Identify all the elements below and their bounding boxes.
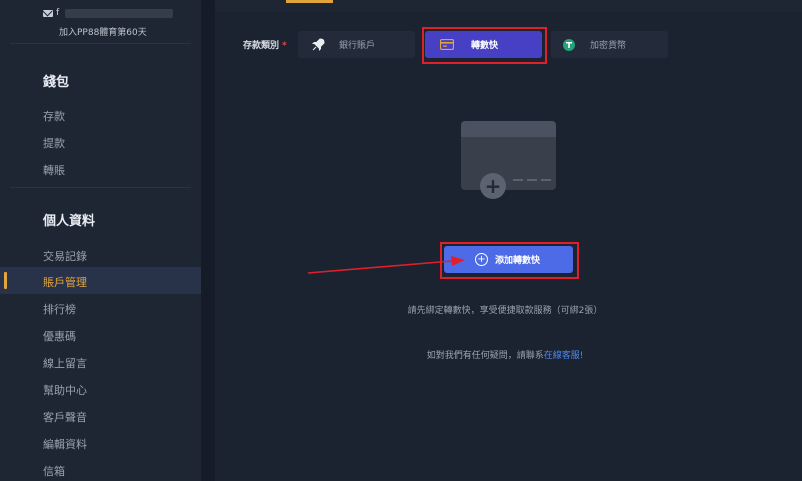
sidebar-item-withdraw[interactable]: 提款 [43,135,65,151]
card-dash [513,179,523,181]
option-crypto[interactable]: 加密貨幣 [551,31,668,58]
tether-icon [563,38,575,51]
deposit-category-label: 存款類別 * [243,38,287,51]
empty-card-illustration-top [461,121,556,137]
sidebar: f 加入PP88體育第60天 錢包 存款 提款 轉賬 個人資料 交易記錄 賬戶管… [0,0,201,481]
divider [10,43,191,44]
user-row: f [43,6,174,20]
main-panel [215,0,802,481]
card-plus-icon: + [480,173,506,199]
option-bank-label: 銀行賬戶 [339,41,376,51]
gutter [201,0,215,481]
option-bank-account[interactable]: 銀行賬戶 [298,31,415,58]
sidebar-item-transfer[interactable]: 轉賬 [43,162,65,178]
mail-icon[interactable] [43,9,53,17]
sidebar-item-leaderboard[interactable]: 排行榜 [43,301,76,317]
sidebar-item-deposit[interactable]: 存款 [43,108,65,124]
rocket-icon [312,37,325,51]
username-initial: f [56,8,60,18]
deposit-category-text: 存款類別 [243,41,280,51]
divider [10,187,191,188]
sidebar-active-bg [0,267,201,294]
username-redacted [65,8,174,18]
wallet-heading: 錢包 [43,75,70,90]
sidebar-item-mailbox[interactable]: 信箱 [43,463,65,479]
highlight-box-add-button [440,242,579,279]
option-crypto-label: 加密貨幣 [590,41,627,51]
required-mark: * [282,41,287,51]
sidebar-active-indicator [4,272,7,289]
active-tab-indicator [286,0,333,3]
live-chat-link[interactable]: 在線客服! [544,351,584,361]
card-dash [541,179,551,181]
highlight-box-fps [422,27,547,64]
bind-hint-text: 請先綁定轉數快，享受便捷取款服務（可綁2張） [407,306,603,316]
sidebar-item-transactions[interactable]: 交易記錄 [43,248,87,264]
card-dash [527,179,537,181]
sidebar-item-account-management[interactable]: 賬戶管理 [43,274,87,290]
member-days: 加入PP88體育第60天 [59,28,147,38]
profile-heading: 個人資料 [43,214,96,229]
contact-text: 如對我們有任何疑問，請聯系 [426,351,544,361]
empty-card-illustration [461,137,556,190]
sidebar-item-help-center[interactable]: 幫助中心 [43,382,87,398]
sidebar-item-promo-code[interactable]: 優惠碼 [43,328,76,344]
sidebar-item-customer-voice[interactable]: 客戶聲音 [43,409,87,425]
sidebar-item-edit-profile[interactable]: 編輯資料 [43,436,87,452]
sidebar-item-online-message[interactable]: 線上留言 [43,355,87,371]
contact-line: 如對我們有任何疑問，請聯系在線客服! [385,348,625,361]
